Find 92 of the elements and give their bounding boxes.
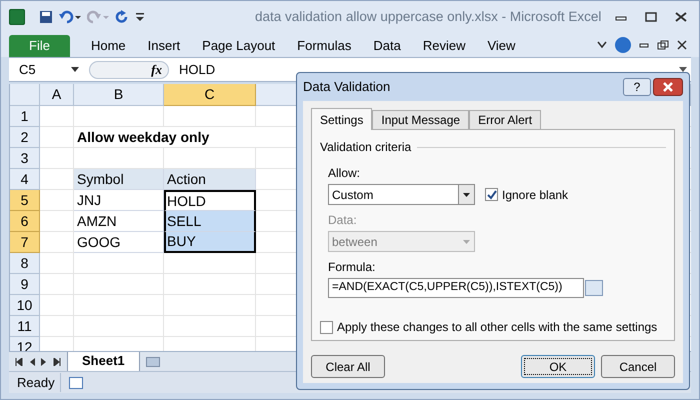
row-header[interactable]: 7 <box>10 232 40 253</box>
restore-icon[interactable] <box>657 40 669 50</box>
cell[interactable] <box>40 316 74 337</box>
ignore-blank-label: Ignore blank <box>502 186 568 204</box>
window-title: data validation allow uppercase only.xlsx - Microsoft Excel <box>255 8 602 26</box>
restore-icon[interactable] <box>645 12 657 22</box>
table-cell[interactable]: BUY <box>164 232 256 253</box>
cell[interactable] <box>40 106 74 127</box>
function-icon[interactable]: fx <box>151 60 162 80</box>
dialog-tab[interactable]: Input Message <box>372 110 470 129</box>
cell[interactable] <box>74 253 164 274</box>
allow-label: Allow: <box>328 165 362 182</box>
cell[interactable] <box>74 106 164 127</box>
data-label: Data: <box>328 212 358 229</box>
cell[interactable] <box>40 148 74 169</box>
ribbon-tab[interactable]: Data <box>362 35 412 57</box>
minimize-icon[interactable] <box>639 41 649 49</box>
ribbon-tab[interactable]: Formulas <box>286 35 362 57</box>
range-select-icon[interactable] <box>585 280 603 296</box>
close-icon[interactable] <box>675 12 687 22</box>
status-text: Ready <box>9 372 61 392</box>
allow-dropdown[interactable]: Custom <box>328 184 475 205</box>
ribbon-tab[interactable]: Review <box>412 35 476 57</box>
ribbon-tab[interactable]: View <box>476 35 526 57</box>
cell[interactable] <box>40 295 74 316</box>
row-header[interactable]: 10 <box>10 295 40 316</box>
select-all-corner[interactable] <box>10 84 40 106</box>
dialog-title: Data Validation <box>303 78 390 96</box>
dialog-tab[interactable]: Error Alert <box>469 110 542 129</box>
apply-all-checkbox[interactable] <box>320 320 333 334</box>
row-header[interactable]: 8 <box>10 253 40 274</box>
save-icon[interactable] <box>39 10 53 24</box>
cell[interactable] <box>164 253 256 274</box>
cell[interactable] <box>164 316 256 337</box>
dropdown-icon <box>462 240 470 244</box>
cell[interactable] <box>40 127 74 148</box>
sheet-heading: Allow weekday only <box>77 128 210 147</box>
ribbon-collapse-icon[interactable] <box>597 41 607 49</box>
row-header[interactable]: 9 <box>10 274 40 295</box>
refresh-icon[interactable] <box>115 10 129 24</box>
column-header[interactable]: A <box>40 84 74 106</box>
table-header-cell: Symbol <box>74 169 164 190</box>
ribbon-tab[interactable]: Page Layout <box>191 35 286 57</box>
cell[interactable] <box>40 211 74 232</box>
ok-button[interactable]: OK <box>521 355 595 378</box>
cell[interactable] <box>74 316 164 337</box>
cell[interactable] <box>164 295 256 316</box>
section-label: Validation criteria <box>320 139 412 156</box>
first-sheet-icon[interactable] <box>15 358 23 366</box>
last-sheet-icon[interactable] <box>53 358 61 366</box>
table-cell[interactable]: HOLD <box>164 190 256 211</box>
close-button[interactable] <box>653 78 683 96</box>
ribbon-tab[interactable]: Insert <box>136 35 192 57</box>
sheet-tab[interactable]: Sheet1 <box>67 352 140 372</box>
undo-icon[interactable] <box>59 10 81 24</box>
previous-sheet-icon[interactable] <box>29 358 35 366</box>
name-box[interactable]: C5 <box>19 60 36 80</box>
row-header[interactable]: 5 <box>10 190 40 211</box>
dropdown-icon[interactable] <box>71 67 79 72</box>
cell[interactable] <box>40 274 74 295</box>
next-sheet-icon[interactable] <box>41 358 47 366</box>
column-header[interactable]: C <box>164 84 256 106</box>
table-header-cell: Action <box>164 169 256 190</box>
row-header[interactable]: 6 <box>10 211 40 232</box>
close-icon[interactable] <box>677 40 687 50</box>
row-header[interactable]: 2 <box>10 127 40 148</box>
dialog-tab[interactable]: Settings <box>311 108 372 130</box>
cell[interactable] <box>40 253 74 274</box>
row-header[interactable]: 11 <box>10 316 40 337</box>
ribbon-tab[interactable]: File <box>9 35 70 57</box>
cell[interactable] <box>40 232 74 253</box>
cell[interactable] <box>164 106 256 127</box>
row-header[interactable]: 4 <box>10 169 40 190</box>
cell[interactable] <box>74 274 164 295</box>
ribbon-tab[interactable]: Home <box>80 35 137 57</box>
dropdown-icon <box>463 192 470 196</box>
ignore-blank-checkbox[interactable] <box>485 188 498 201</box>
row-header[interactable]: 1 <box>10 106 40 127</box>
cancel-button[interactable]: Cancel <box>601 355 675 378</box>
redo-icon[interactable] <box>87 10 109 24</box>
cell[interactable] <box>164 274 256 295</box>
apply-all-label: Apply these changes to all other cells with the same settings <box>337 319 658 336</box>
formula-field[interactable]: =AND(EXACT(C5,UPPER(C5)),ISTEXT(C5)) <box>328 278 584 298</box>
help-button[interactable]: ? <box>623 78 651 96</box>
formula-label: Formula: <box>328 259 376 276</box>
row-header[interactable]: 3 <box>10 148 40 169</box>
column-header[interactable]: B <box>74 84 164 106</box>
cell[interactable] <box>74 295 164 316</box>
clear-all-button[interactable]: Clear All <box>311 355 385 378</box>
cell[interactable] <box>40 190 74 211</box>
customize-menu-icon[interactable] <box>135 11 145 23</box>
table-cell[interactable]: SELL <box>164 211 256 232</box>
